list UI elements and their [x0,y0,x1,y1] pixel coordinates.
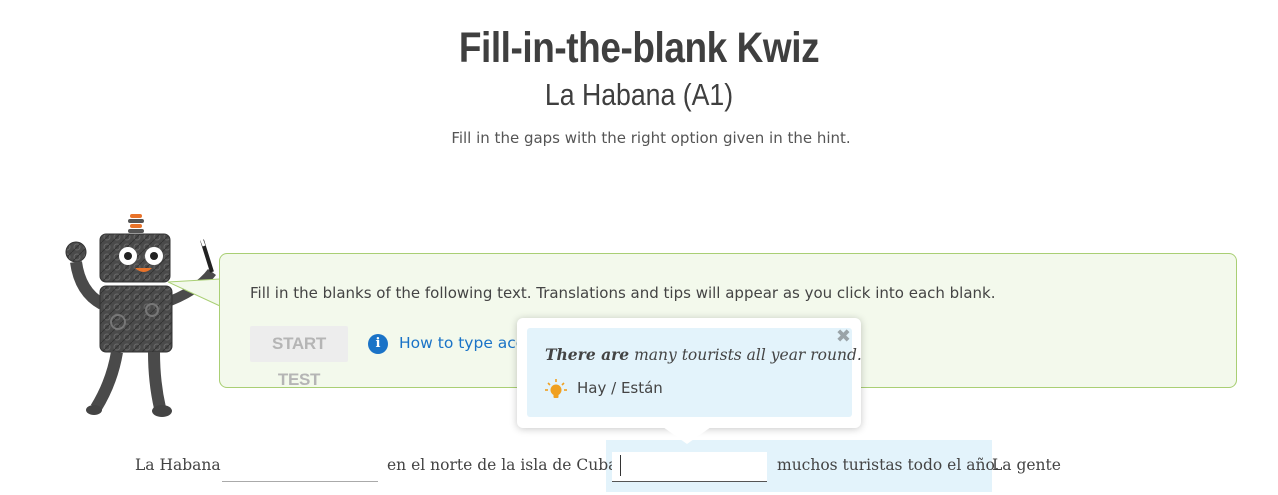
start-test-button[interactable]: START TEST [250,326,348,389]
info-icon: i [368,334,388,354]
page-subtitle: La Habana (A1) [544,77,734,112]
exercise-text: La Habana en el norte de la isla de Cuba… [0,440,1278,495]
text-segment: muchos turistas todo el año. [777,456,1000,474]
tooltip-pointer [663,427,711,444]
how-to-type-accents-link[interactable]: How to type acce [399,334,534,352]
close-icon[interactable]: ✖ [836,326,851,347]
translation-highlight: There are [545,345,630,364]
hint-options-text: Hay / Están [577,379,663,397]
panel-intro-text: Fill in the blanks of the following text… [250,284,996,302]
blank-input-2[interactable] [612,452,767,482]
hint-tooltip: There are many tourists all year round. … [517,318,862,428]
robot-mascot-icon [65,214,216,417]
text-segment: La Habana [135,456,221,474]
translation-text: There are many tourists all year round. [545,345,862,364]
text-cursor [620,455,621,476]
lightbulb-icon [545,379,567,398]
text-segment: en el norte de la isla de Cuba. [387,456,623,474]
translation-rest: many tourists all year round. [629,346,862,364]
page-instructions: Fill in the gaps with the right option g… [451,129,851,147]
blank-input-1[interactable] [222,452,378,482]
page-title: Fill-in-the-blank Kwiz [458,24,820,72]
text-segment: La gente [992,456,1061,474]
hint-tooltip-body: There are many tourists all year round. … [527,328,862,417]
